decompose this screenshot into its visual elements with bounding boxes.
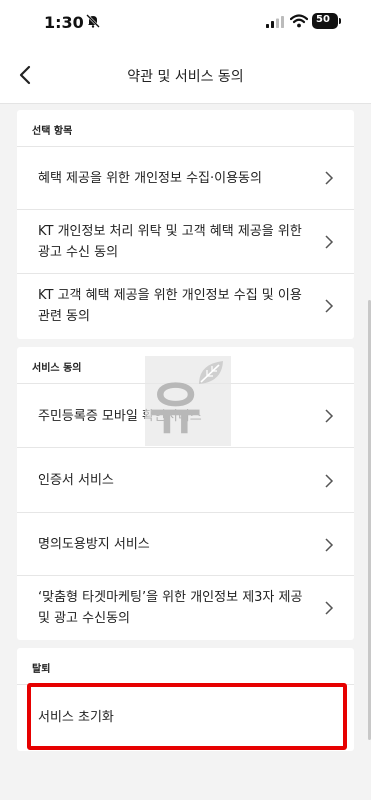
chevron-right-icon	[325, 538, 334, 552]
optional-items-section: 선택 항목 혜택 제공을 위한 개인정보 수집·이용동의 KT 개인정보 처리 …	[17, 110, 354, 339]
list-item-kt-ad-consent[interactable]: KT 개인정보 처리 위탁 및 고객 혜택 제공을 위한 광고 수신 동의	[17, 210, 354, 274]
watermark: 유	[145, 356, 231, 446]
watermark-glyph: 유	[150, 377, 202, 442]
wifi-icon	[290, 14, 308, 28]
list-item-label: KT 개인정보 처리 위탁 및 고객 혜택 제공을 위한 광고 수신 동의	[38, 224, 302, 260]
list-item-target-marketing[interactable]: ‘맞춤형 타겟마케팅’을 위한 개인정보 제3자 제공 및 광고 수신동의	[17, 576, 354, 640]
list-item-label: 혜택 제공을 위한 개인정보 수집·이용동의	[38, 171, 262, 186]
chevron-right-icon	[325, 171, 334, 185]
status-time: 1:30	[44, 13, 84, 32]
leaf-icon	[199, 361, 223, 384]
bell-slash-icon	[86, 14, 100, 28]
list-item-identity-theft[interactable]: 명의도용방지 서비스	[17, 513, 354, 576]
list-item-label: KT 고객 혜택 제공을 위한 개인정보 수집 및 이용 관련 동의	[38, 288, 302, 324]
list-item-label: 인증서 서비스	[38, 473, 114, 488]
section-title: 선택 항목	[17, 110, 354, 147]
list-item-label: 명의도용방지 서비스	[38, 537, 150, 552]
chevron-right-icon	[325, 409, 334, 423]
list-item-label: ‘맞춤형 타겟마케팅’을 위한 개인정보 제3자 제공 및 광고 수신동의	[38, 590, 303, 626]
signal-icon	[266, 16, 284, 28]
battery-tip	[339, 18, 341, 24]
section-title: 탈퇴	[17, 648, 354, 685]
chevron-right-icon	[325, 299, 334, 313]
list-item-kt-collection-consent[interactable]: KT 고객 혜택 제공을 위한 개인정보 수집 및 이용 관련 동의	[17, 274, 354, 338]
list-item-benefit-consent[interactable]: 혜택 제공을 위한 개인정보 수집·이용동의	[17, 147, 354, 210]
status-bar: 1:30 50	[0, 0, 371, 48]
chevron-right-icon	[325, 235, 334, 249]
list-item-label: 서비스 초기화	[38, 710, 114, 725]
list-item-certificate[interactable]: 인증서 서비스	[17, 448, 354, 513]
battery-level: 50	[316, 14, 330, 25]
chevron-right-icon	[325, 601, 334, 615]
page-title: 약관 및 서비스 동의	[127, 69, 244, 85]
service-reset-button[interactable]: 서비스 초기화	[17, 685, 354, 751]
chevron-right-icon	[325, 474, 334, 488]
battery-indicator: 50	[312, 13, 338, 29]
withdrawal-section: 탈퇴 서비스 초기화	[17, 648, 354, 751]
header: 약관 및 서비스 동의	[0, 48, 371, 104]
